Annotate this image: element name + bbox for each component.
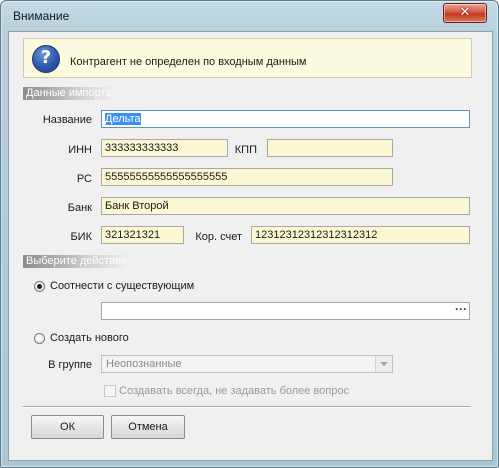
close-button[interactable]: ✕ bbox=[443, 3, 487, 23]
bik-label: БИК bbox=[70, 231, 92, 243]
import-section-header: Данные импорта bbox=[23, 87, 115, 100]
window-title: Внимание bbox=[13, 9, 70, 23]
create-new-label[interactable]: Создать нового bbox=[50, 332, 129, 344]
existing-counterparty-input[interactable] bbox=[101, 302, 470, 320]
rs-field[interactable]: 55555555555555555555 bbox=[101, 168, 393, 186]
message-box: ? Контрагент не определен по входным дан… bbox=[23, 38, 472, 78]
action-section: Выберите действие bbox=[23, 255, 471, 405]
question-icon: ? bbox=[32, 45, 60, 73]
bank-label: Банк bbox=[67, 202, 92, 214]
group-select[interactable]: Неопознанные bbox=[101, 355, 393, 373]
chevron-down-icon[interactable] bbox=[375, 356, 392, 372]
bik-field[interactable]: 321321321 bbox=[101, 226, 184, 244]
title-bar[interactable]: Внимание ✕ bbox=[1, 1, 498, 31]
cancel-button[interactable]: Отмена bbox=[111, 415, 185, 439]
message-text: Контрагент не определен по входным данны… bbox=[70, 56, 307, 68]
inn-field[interactable]: 333333333333 bbox=[101, 139, 228, 157]
close-icon: ✕ bbox=[459, 5, 471, 20]
inn-label: ИНН bbox=[68, 144, 92, 156]
kpp-field[interactable] bbox=[267, 139, 393, 157]
action-section-header: Выберите действие bbox=[23, 255, 130, 268]
kpp-label: КПП bbox=[234, 144, 257, 156]
group-label: В группе bbox=[48, 359, 92, 371]
name-field[interactable]: Дельта bbox=[101, 110, 470, 128]
radio-selected-dot bbox=[37, 284, 42, 289]
browse-button[interactable]: ··· bbox=[452, 303, 470, 319]
always-create-checkbox[interactable] bbox=[104, 385, 116, 397]
match-existing-radio[interactable] bbox=[34, 281, 45, 292]
match-existing-label[interactable]: Соотнести с существующим bbox=[50, 280, 194, 292]
kor-field[interactable]: 12312312312312312312 bbox=[251, 226, 470, 244]
kor-label: Кор. счет bbox=[195, 231, 242, 243]
rs-label: РС bbox=[76, 173, 92, 185]
ok-button[interactable]: ОК bbox=[31, 415, 104, 439]
name-label: Название bbox=[42, 114, 92, 126]
create-new-radio[interactable] bbox=[34, 333, 45, 344]
always-create-label: Создавать всегда, не задавать более вопр… bbox=[119, 385, 349, 397]
bank-field[interactable]: Банк Второй bbox=[101, 197, 470, 215]
divider bbox=[23, 406, 471, 408]
